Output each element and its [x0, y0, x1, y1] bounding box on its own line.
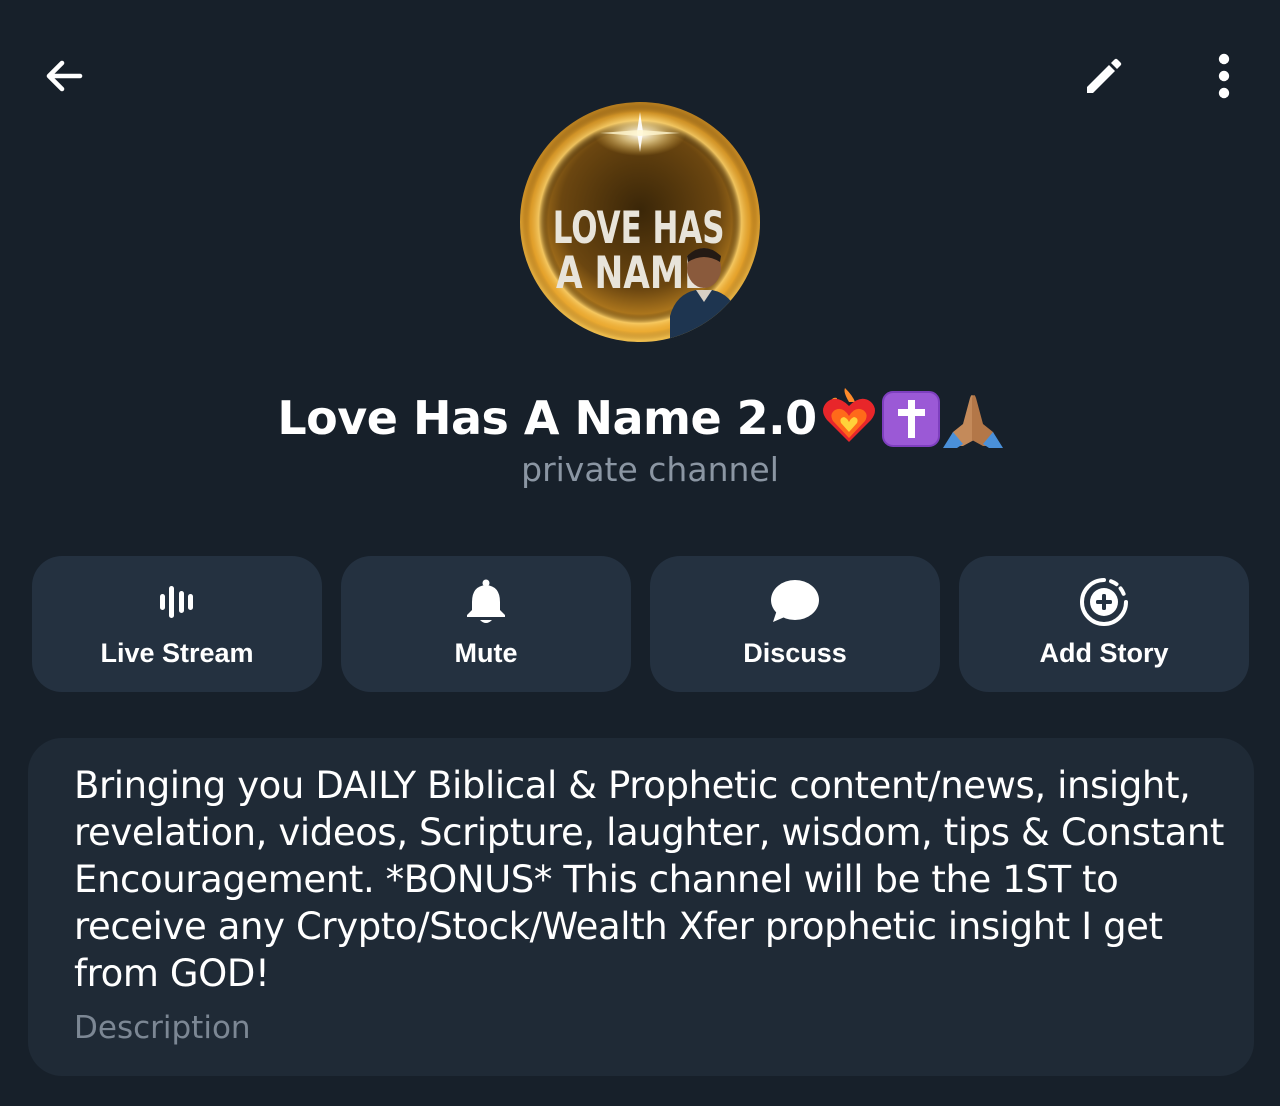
discuss-label: Discuss [743, 638, 847, 668]
channel-type-label: private channel [521, 450, 779, 489]
description-card[interactable]: Bringing you DAILY Biblical & Prophetic … [28, 738, 1254, 1076]
live-stream-button[interactable]: Live Stream [32, 556, 322, 692]
svg-text:A NAME: A NAME [556, 248, 708, 300]
bell-icon [467, 579, 505, 623]
description-text: Bringing you DAILY Biblical & Prophetic … [74, 764, 1224, 995]
edit-button[interactable] [1068, 42, 1140, 110]
more-vertical-icon [1218, 53, 1230, 99]
live-stream-label: Live Stream [100, 638, 254, 668]
channel-profile-screen: LOVE HAS A NAME Love Has A Name 2.0 priv… [0, 0, 1280, 1106]
mute-button[interactable]: Mute [341, 556, 631, 692]
more-options-button[interactable] [1190, 42, 1258, 110]
discuss-button[interactable]: Discuss [650, 556, 940, 692]
pencil-icon [1087, 58, 1122, 93]
channel-avatar[interactable]: LOVE HAS A NAME [520, 102, 760, 342]
back-button[interactable] [30, 42, 98, 110]
add-story-label: Add Story [1039, 638, 1169, 668]
live-stream-icon [160, 586, 193, 618]
chat-bubble-icon [771, 580, 819, 622]
description-label: Description [74, 1010, 251, 1046]
action-buttons-row: Live Stream Mute Discuss Add Story [32, 556, 1250, 692]
latin-cross-emoji-icon [881, 391, 940, 447]
add-story-button[interactable]: Add Story [959, 556, 1249, 692]
avatar-image: LOVE HAS A NAME [520, 102, 760, 342]
mute-label: Mute [454, 638, 518, 668]
channel-title: Love Has A Name 2.0 [277, 391, 817, 445]
arrow-left-icon [46, 60, 83, 92]
heart-on-fire-emoji-icon [822, 388, 875, 442]
add-story-icon [1080, 578, 1128, 626]
channel-title-row: Love Has A Name 2.0 [0, 386, 1280, 450]
praying-hands-emoji-icon [942, 395, 1003, 448]
